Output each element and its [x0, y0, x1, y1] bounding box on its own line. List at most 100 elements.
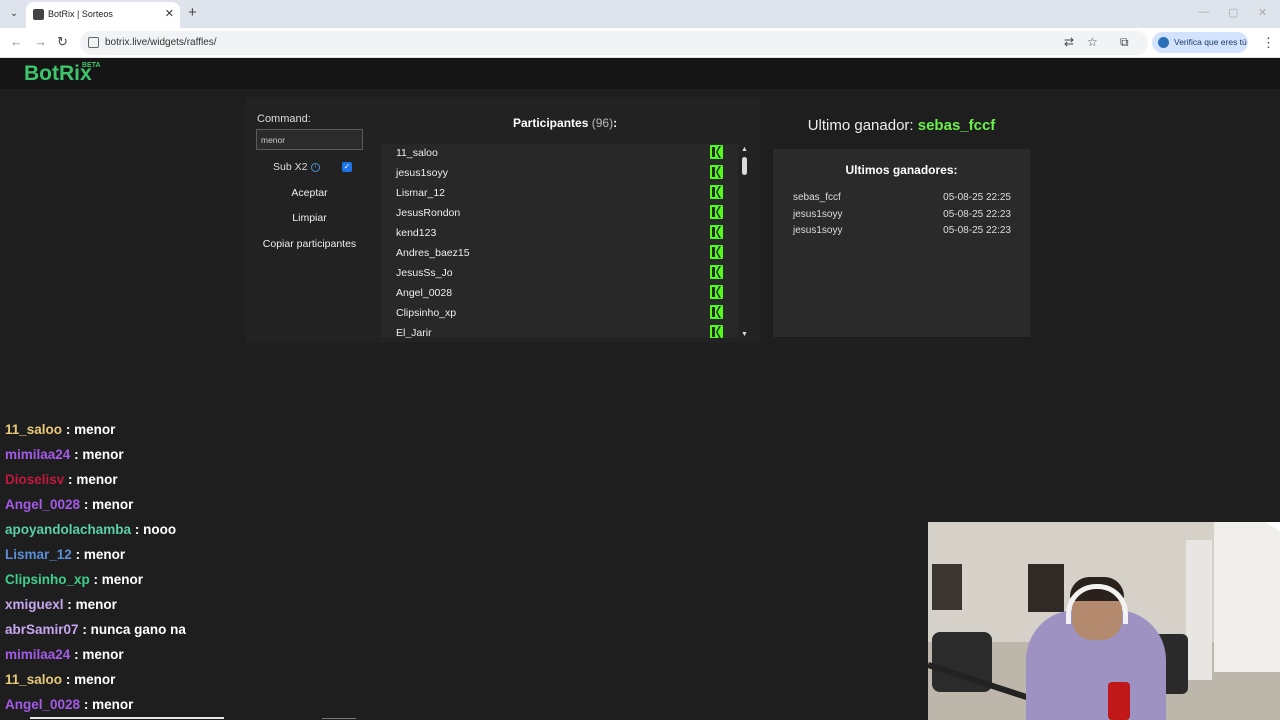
participant-row: Lismar_12 [381, 184, 731, 204]
chat-user: xmiguexl [5, 597, 64, 612]
site-info-icon[interactable] [88, 37, 99, 48]
participant-row: Angel_0028 [381, 284, 731, 304]
chat-text: menor [92, 497, 134, 512]
chat-user: 11_saloo [5, 672, 63, 687]
back-icon[interactable]: ← [10, 35, 23, 49]
kick-icon [710, 245, 723, 259]
winners-history-title: Ultimos ganadores: [845, 163, 958, 177]
cam-door [1186, 540, 1212, 680]
winner-name: sebas_fccf [793, 192, 841, 203]
kick-icon [710, 145, 723, 159]
verify-button[interactable]: Verifica que eres tú [1152, 32, 1248, 53]
translate-icon[interactable]: ⇄ [1064, 35, 1074, 49]
copy-participants-button[interactable]: Copiar participantes [256, 234, 363, 254]
kick-icon [710, 205, 723, 219]
chat-text: menor [83, 547, 126, 562]
participants-scrollbar[interactable]: ▲ ▼ [739, 146, 749, 338]
scroll-down-icon[interactable]: ▼ [741, 331, 748, 338]
participant-name: El_Jarir [396, 327, 432, 338]
chat-text: menor [76, 472, 118, 487]
chat-user: Angel_0028 [5, 697, 81, 712]
participants-count: (96) [591, 116, 614, 130]
command-label: Command: [257, 113, 311, 125]
participants-colon: : [613, 116, 618, 130]
chat-separator: : [68, 472, 73, 487]
beta-badge: BETA [82, 62, 101, 69]
kick-icon [710, 325, 723, 338]
winner-row: jesus1soyy 05-08-25 22:23 [793, 225, 1011, 241]
participant-name: Angel_0028 [396, 287, 453, 299]
chat-user: 11_saloo [5, 422, 63, 437]
new-tab-button[interactable]: + [188, 5, 197, 21]
site-header: BotRix BETA [0, 58, 1280, 89]
scroll-up-icon[interactable]: ▲ [741, 146, 748, 153]
chat-message: Angel_0028 : menor [5, 497, 133, 519]
chat-message: abrSamir07 : nunca gano na [5, 622, 186, 644]
browser-toolbar: ← → ↻ botrix.live/widgets/raffles/ ⇄ ☆ ⧉… [0, 28, 1280, 58]
winner-date: 05-08-25 22:23 [943, 225, 1011, 236]
participant-name: JesusSs_Jo [396, 267, 453, 279]
chat-user: mimilaa24 [5, 647, 71, 662]
progress-line-secondary [322, 718, 356, 719]
participant-name: kend123 [396, 227, 437, 239]
participant-row: jesus1soyy [381, 164, 731, 184]
address-bar[interactable]: botrix.live/widgets/raffles/ [80, 31, 1148, 55]
webcam-feed [928, 522, 1280, 720]
url-text[interactable]: botrix.live/widgets/raffles/ [105, 37, 217, 48]
chat-separator: : [83, 697, 89, 712]
star-icon[interactable]: ☆ [1087, 35, 1098, 49]
menu-icon[interactable]: ⋮ [1262, 35, 1275, 51]
extensions-icon[interactable]: ⧉ [1120, 35, 1129, 50]
chat-message: mimilaa24 : menor [5, 447, 124, 469]
window-close-icon[interactable]: ✕ [1258, 6, 1267, 19]
cam-picture-frame [1028, 564, 1064, 612]
participant-row: 11_saloo [381, 144, 731, 164]
clear-button[interactable]: Limpiar [256, 208, 363, 228]
last-winner-name: sebas_fccf [917, 117, 996, 134]
tab-close-icon[interactable]: ✕ [165, 7, 174, 20]
last-winner-heading: Ultimo ganador: sebas_fccf [773, 117, 1030, 134]
minimize-icon[interactable]: — [1198, 6, 1209, 18]
chat-text: nooo [143, 522, 177, 537]
chat-message: Dioselisv : menor [5, 472, 118, 494]
kick-icon [710, 265, 723, 279]
participant-row: Clipsinho_xp [381, 304, 731, 324]
scrollbar-thumb[interactable] [742, 157, 747, 175]
chat-separator: : [65, 672, 71, 687]
info-icon[interactable]: i [311, 163, 320, 172]
chat-message: Clipsinho_xp : menor [5, 572, 143, 594]
raffle-panel: Command: Sub X2 i ✓ Aceptar Limpiar Copi… [245, 97, 760, 343]
chat-user: apoyandolachamba [5, 522, 132, 537]
accept-button[interactable]: Aceptar [256, 183, 363, 203]
microphone-icon [1108, 682, 1130, 720]
chat-text: menor [101, 572, 144, 587]
chat-separator: : [134, 522, 140, 537]
chat-text: menor [75, 597, 117, 612]
participant-row: Andres_baez15 [381, 244, 731, 264]
participants-list[interactable]: 11_saloo jesus1soyy Lismar_12 JesusRondo… [381, 144, 738, 338]
winner-name: jesus1soyy [793, 209, 843, 220]
sub-x2-checkbox[interactable]: ✓ [342, 162, 352, 172]
winner-date: 05-08-25 22:25 [943, 192, 1011, 203]
sub-x2-label: Sub X2 [273, 161, 308, 173]
chat-text: menor [82, 447, 124, 462]
reload-icon[interactable]: ↻ [57, 35, 68, 49]
chat-text: menor [74, 672, 116, 687]
winner-name: jesus1soyy [793, 225, 843, 236]
chat-user: Clipsinho_xp [5, 572, 90, 587]
chat-message: mimilaa24 : menor [5, 647, 124, 669]
browser-tab[interactable]: BotRix | Sorteos ✕ [26, 2, 180, 28]
command-input[interactable] [256, 129, 363, 150]
forward-icon[interactable]: → [34, 35, 47, 49]
chat-separator: : [75, 547, 81, 562]
maximize-icon[interactable]: ▢ [1228, 6, 1238, 19]
chat-text: nunca gano na [90, 622, 186, 637]
participant-row: kend123 [381, 224, 731, 244]
chat-message: Lismar_12 : menor [5, 547, 125, 569]
kick-icon [710, 165, 723, 179]
tab-search-chevron-icon[interactable]: ⌄ [6, 6, 22, 22]
site-favicon-icon [33, 9, 44, 20]
chat-user: Dioselisv [5, 472, 65, 487]
kick-icon [710, 285, 723, 299]
cam-picture-frame [932, 564, 962, 610]
